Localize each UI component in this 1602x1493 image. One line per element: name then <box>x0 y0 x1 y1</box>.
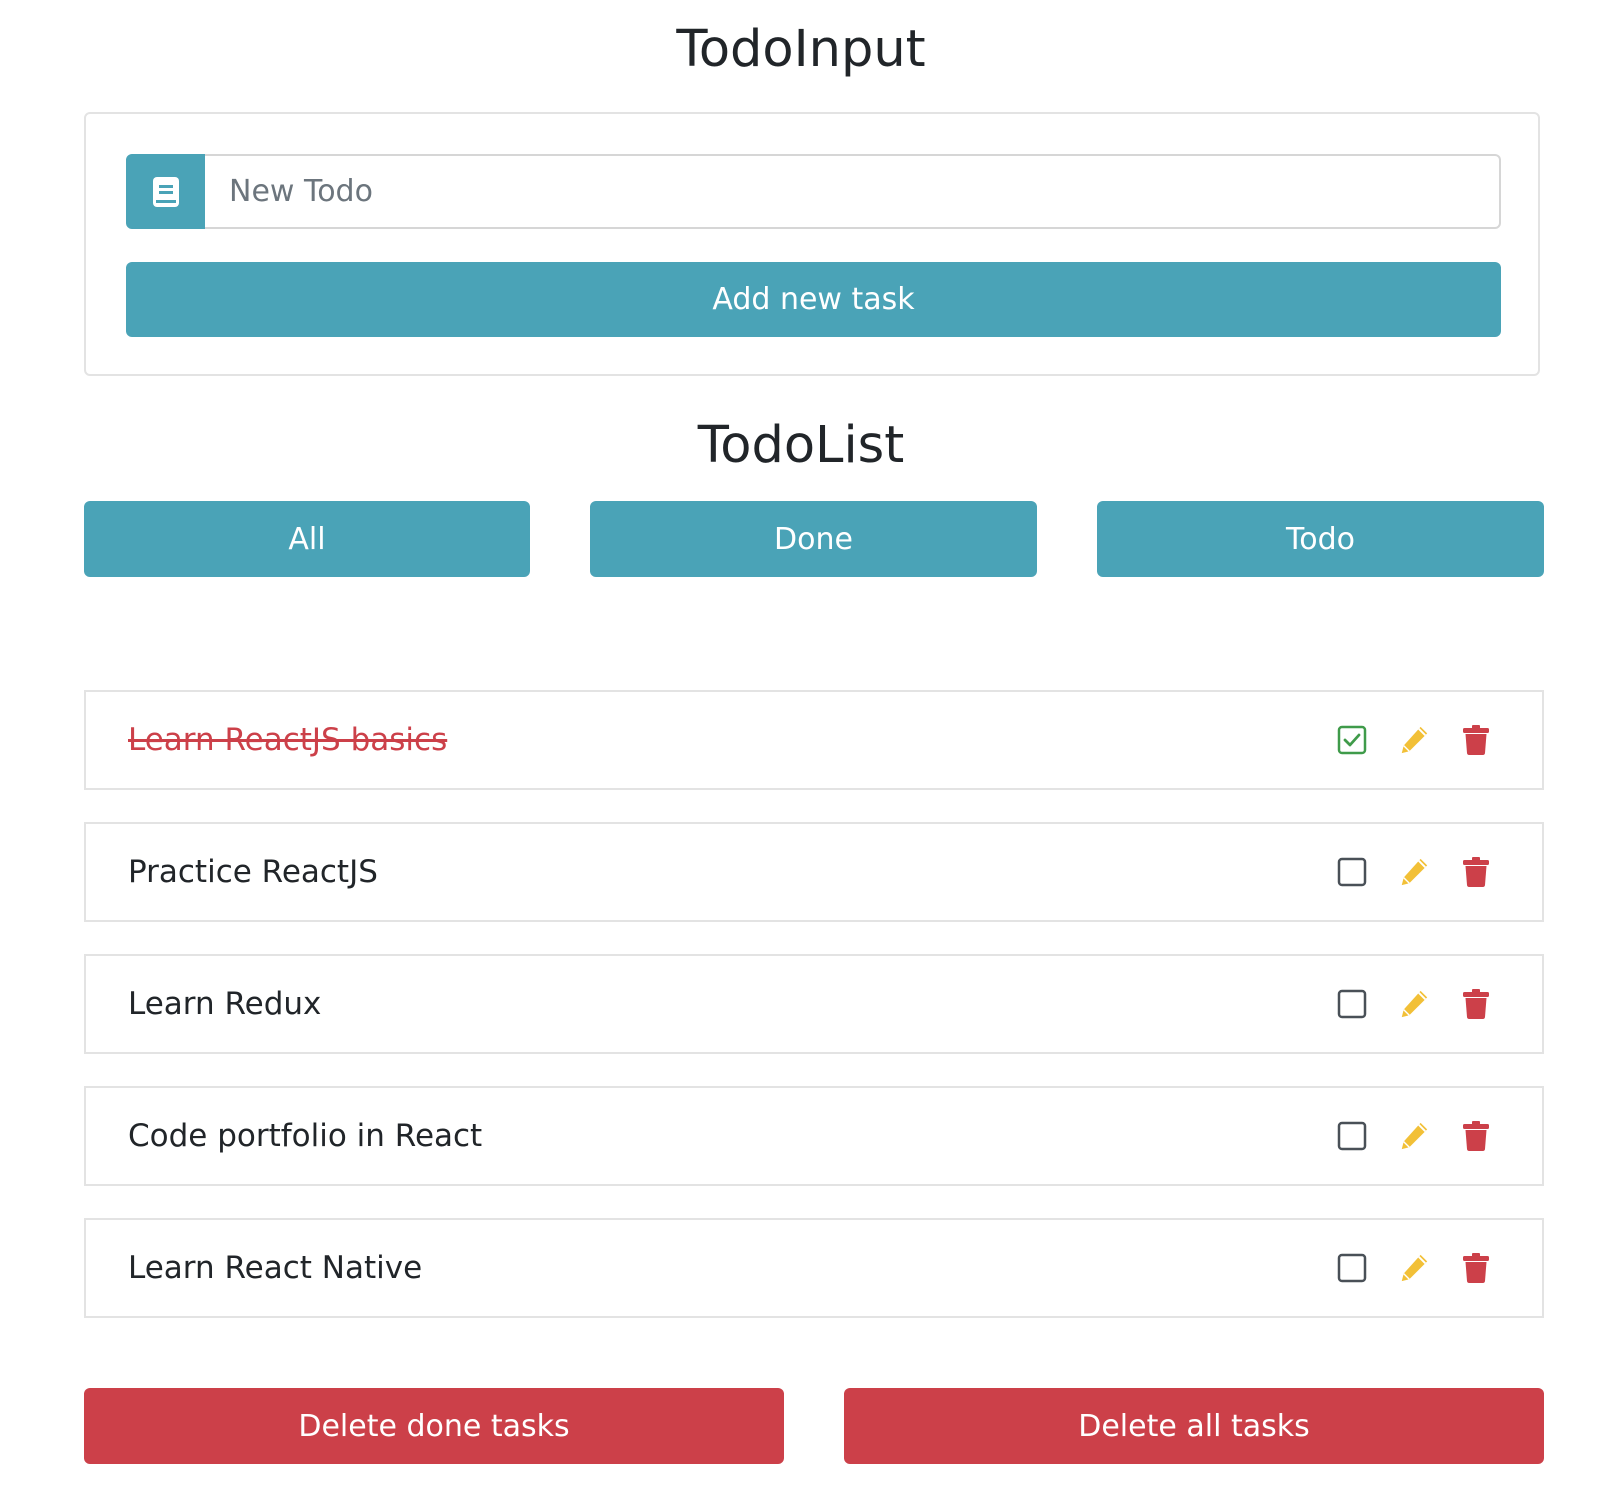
filter-all-button[interactable]: All <box>84 501 530 577</box>
pencil-icon[interactable] <box>1398 1118 1430 1154</box>
delete-all-tasks-button[interactable]: Delete all tasks <box>844 1388 1544 1464</box>
trash-icon[interactable] <box>1460 1250 1492 1286</box>
todo-list-heading: TodoList <box>697 416 905 475</box>
pencil-icon[interactable] <box>1398 722 1430 758</box>
todo-item: Code portfolio in React <box>84 1086 1544 1186</box>
todo-item-actions <box>1336 824 1492 920</box>
add-new-task-button[interactable]: Add new task <box>126 262 1501 337</box>
book-icon <box>126 154 205 229</box>
checkbox-empty-icon[interactable] <box>1336 854 1368 890</box>
checkbox-empty-icon[interactable] <box>1336 1250 1368 1286</box>
todo-item-actions <box>1336 1220 1492 1316</box>
todo-item-text: Code portfolio in React <box>128 1118 483 1154</box>
todo-item-text: Learn React Native <box>128 1250 423 1286</box>
filter-todo-button[interactable]: Todo <box>1097 501 1544 577</box>
new-todo-input-group <box>126 154 1501 229</box>
delete-done-tasks-button[interactable]: Delete done tasks <box>84 1388 784 1464</box>
checkbox-empty-icon[interactable] <box>1336 986 1368 1022</box>
todo-item: Practice ReactJS <box>84 822 1544 922</box>
new-todo-input[interactable] <box>205 154 1501 229</box>
todo-item-actions <box>1336 692 1492 788</box>
todo-item: Learn React Native <box>84 1218 1544 1318</box>
trash-icon[interactable] <box>1460 986 1492 1022</box>
todo-item-text: Practice ReactJS <box>128 854 378 890</box>
pencil-icon[interactable] <box>1398 854 1430 890</box>
filter-done-button[interactable]: Done <box>590 501 1037 577</box>
pencil-icon[interactable] <box>1398 986 1430 1022</box>
trash-icon[interactable] <box>1460 1118 1492 1154</box>
todo-item-text: Learn ReactJS basics <box>128 722 448 758</box>
checkbox-empty-icon[interactable] <box>1336 1118 1368 1154</box>
todo-item: Learn ReactJS basics <box>84 690 1544 790</box>
todo-item-actions <box>1336 956 1492 1052</box>
todo-list: Learn ReactJS basics Practice ReactJS Le… <box>84 690 1544 1350</box>
todo-input-heading: TodoInput <box>676 20 926 79</box>
pencil-icon[interactable] <box>1398 1250 1430 1286</box>
trash-icon[interactable] <box>1460 722 1492 758</box>
trash-icon[interactable] <box>1460 854 1492 890</box>
todo-item-actions <box>1336 1088 1492 1184</box>
checkbox-checked-icon[interactable] <box>1336 722 1368 758</box>
todo-item: Learn Redux <box>84 954 1544 1054</box>
todo-item-text: Learn Redux <box>128 986 322 1022</box>
